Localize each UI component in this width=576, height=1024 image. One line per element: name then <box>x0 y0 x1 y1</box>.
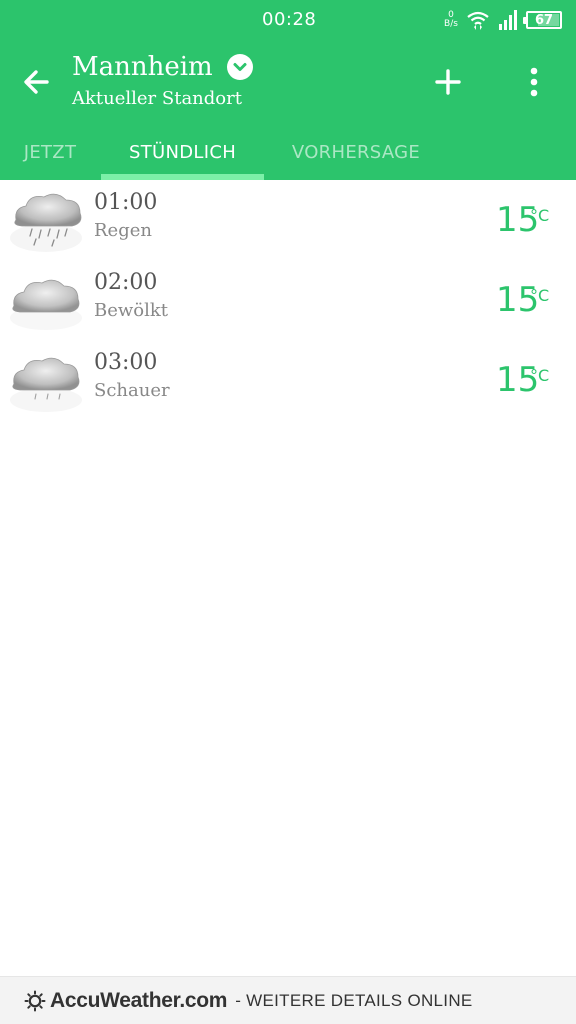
showers-cloud-icon <box>6 346 86 416</box>
hour-row[interactable]: 03:00 Schauer 15 °C <box>0 340 576 420</box>
overflow-menu-button[interactable] <box>514 62 554 102</box>
city-name: Mannheim <box>72 52 213 82</box>
more-details-link[interactable]: - WEITERE DETAILS ONLINE <box>235 991 472 1011</box>
status-icons: 0 B/s 67 <box>444 6 562 34</box>
accuweather-logo: AccuWeather.com <box>24 989 227 1013</box>
hour-condition: Regen <box>94 220 152 241</box>
hour-row[interactable]: 02:00 Bewölkt 15 °C <box>0 260 576 340</box>
brand-name: AccuWeather.com <box>50 988 228 1012</box>
tab-stundlich[interactable]: STÜNDLICH <box>101 130 264 180</box>
hourly-forecast-list: 01:00 Regen 15 °C 02:00 Bewölkt 15 °C 03… <box>0 180 576 420</box>
battery-icon: 67 <box>523 11 562 29</box>
temperature-unit: °C <box>530 366 550 385</box>
status-bar: 00:28 0 B/s 67 <box>0 0 576 40</box>
hour-row[interactable]: 01:00 Regen 15 °C <box>0 180 576 260</box>
hour-time: 02:00 <box>94 270 158 295</box>
battery-level: 67 <box>534 12 554 28</box>
network-speed: 0 B/s <box>444 11 458 29</box>
hour-condition: Schauer <box>94 380 170 401</box>
temperature-unit: °C <box>530 286 550 305</box>
add-location-button[interactable] <box>428 62 468 102</box>
arrow-left-icon <box>24 70 49 94</box>
more-vertical-icon <box>530 67 538 97</box>
location-selector[interactable]: Mannheim Aktueller Standort <box>72 50 253 112</box>
back-button[interactable] <box>16 62 56 102</box>
temperature-unit: °C <box>530 206 550 225</box>
location-subtitle: Aktueller Standort <box>72 88 242 109</box>
plus-icon <box>435 69 461 95</box>
signal-icon <box>498 10 518 30</box>
tab-bar: JETZT STÜNDLICH VORHERSAGE <box>0 130 576 180</box>
hour-time: 03:00 <box>94 350 158 375</box>
hour-time: 01:00 <box>94 190 158 215</box>
hour-condition: Bewölkt <box>94 300 169 321</box>
wifi-icon <box>466 10 490 30</box>
app-header: 00:28 0 B/s 67 Mannheim Aktueller Stando… <box>0 0 576 180</box>
cloudy-icon <box>6 266 86 336</box>
sun-icon <box>24 990 46 1011</box>
tab-vorhersage[interactable]: VORHERSAGE <box>272 130 440 180</box>
network-speed-unit: B/s <box>444 19 458 29</box>
rain-cloud-icon <box>6 186 86 256</box>
status-time: 00:28 <box>262 9 317 30</box>
location-dropdown-button[interactable] <box>226 54 253 80</box>
chevron-down-icon <box>233 63 247 71</box>
tab-jetzt[interactable]: JETZT <box>0 130 100 180</box>
accuweather-footer-link[interactable]: AccuWeather.com - WEITERE DETAILS ONLINE <box>0 976 576 1024</box>
